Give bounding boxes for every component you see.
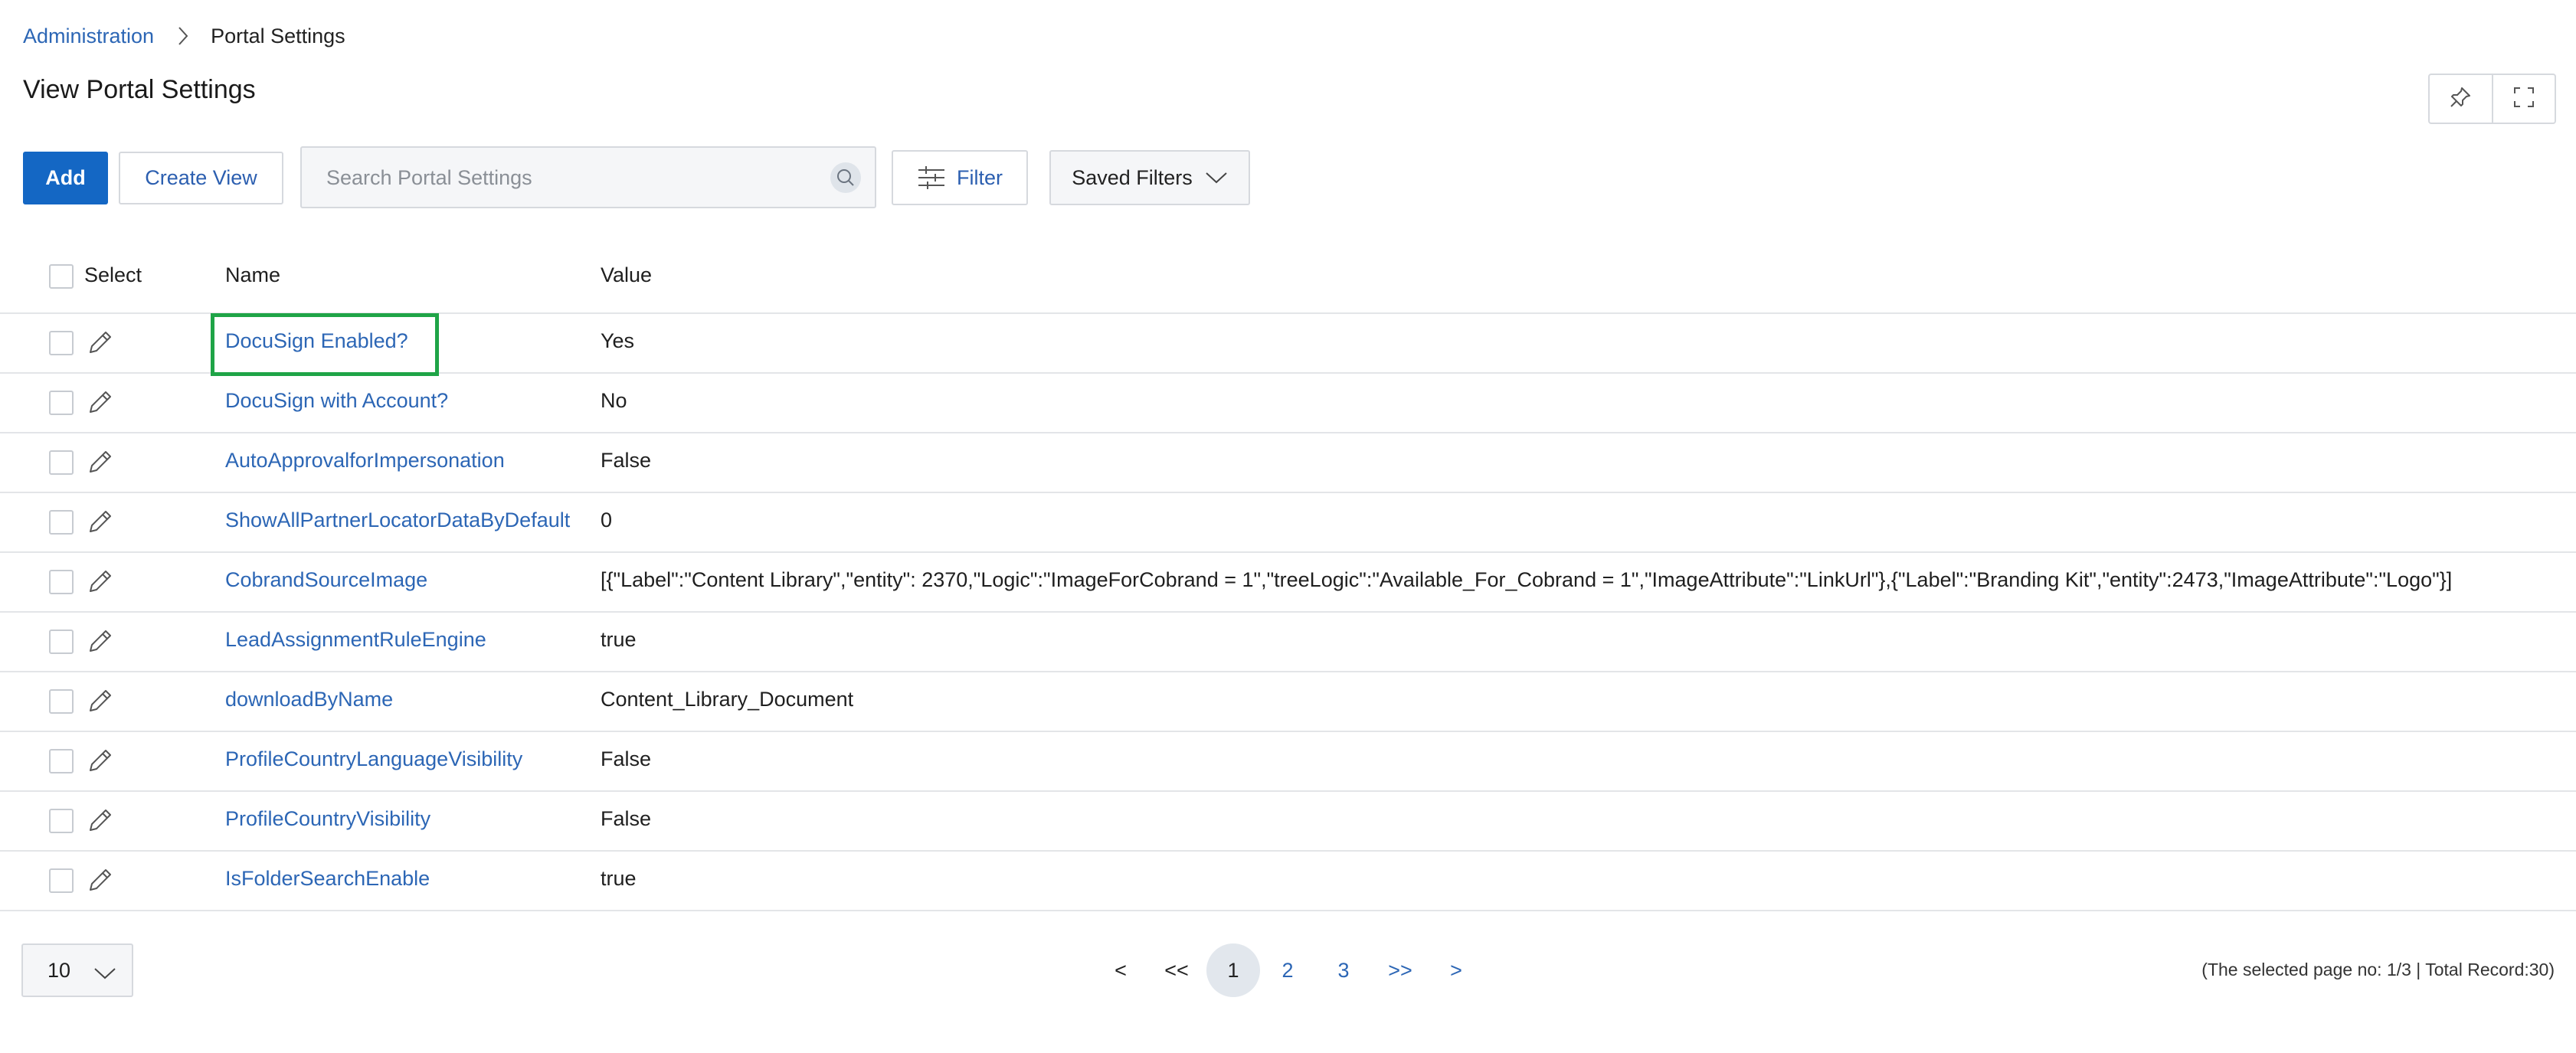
pencil-icon[interactable] (87, 688, 113, 718)
column-header-select: Select (84, 263, 142, 286)
pencil-icon[interactable] (87, 449, 113, 479)
row-checkbox[interactable] (49, 570, 74, 594)
select-all-checkbox[interactable] (49, 264, 74, 289)
setting-name-link[interactable]: IsFolderSearchEnable (225, 867, 430, 891)
setting-value: true (601, 628, 637, 651)
setting-name-link[interactable]: downloadByName (225, 688, 393, 711)
table-header: Select Name Value (0, 247, 2576, 314)
table-row: DocuSign Enabled? Yes (0, 314, 2576, 374)
table-row: LeadAssignmentRuleEngine true (0, 613, 2576, 672)
setting-name-link[interactable]: DocuSign Enabled? (225, 329, 408, 353)
page-size-select[interactable]: 10 (21, 943, 133, 997)
setting-value: Content_Library_Document (601, 688, 854, 711)
row-checkbox[interactable] (49, 510, 74, 535)
setting-name-link[interactable]: AutoApprovalforImpersonation (225, 449, 505, 473)
pencil-icon[interactable] (87, 509, 113, 538)
setting-name-link[interactable]: LeadAssignmentRuleEngine (225, 628, 486, 652)
pagination-last[interactable]: >> (1385, 943, 1416, 997)
setting-name-link[interactable]: ShowAllPartnerLocatorDataByDefault (225, 509, 570, 532)
table-row: ShowAllPartnerLocatorDataByDefault 0 (0, 493, 2576, 553)
row-checkbox[interactable] (49, 809, 74, 833)
row-checkbox[interactable] (49, 630, 74, 654)
pagination-page-3[interactable]: 3 (1332, 943, 1355, 997)
page-title: View Portal Settings (23, 75, 256, 104)
setting-value: No (601, 389, 627, 412)
setting-name-link[interactable]: ProfileCountryLanguageVisibility (225, 747, 522, 771)
setting-value: Yes (601, 329, 635, 352)
table-row: ProfileCountryLanguageVisibility False (0, 732, 2576, 792)
table-row: DocuSign with Account? No (0, 374, 2576, 433)
pencil-icon[interactable] (87, 568, 113, 598)
filter-button[interactable]: Filter (892, 150, 1028, 205)
pencil-icon[interactable] (87, 329, 113, 359)
pencil-icon[interactable] (87, 747, 113, 777)
setting-value: False (601, 449, 652, 472)
pagination-page-1[interactable]: 1 (1206, 943, 1260, 997)
portal-settings-table: Select Name Value DocuSign Enabled? Yes Do… (0, 247, 2576, 911)
pagination-status: (The selected page no: 1/3 | Total Recor… (2201, 960, 2555, 979)
search-input[interactable] (325, 148, 818, 208)
table-row: IsFolderSearchEnable true (0, 852, 2576, 911)
pencil-icon[interactable] (87, 807, 113, 837)
pin-button[interactable] (2430, 75, 2492, 123)
sliders-icon (917, 165, 946, 190)
search-icon[interactable] (830, 162, 861, 193)
chevron-down-icon (93, 962, 116, 986)
saved-filters-label: Saved Filters (1072, 165, 1193, 189)
table-row: AutoApprovalforImpersonation False (0, 433, 2576, 493)
column-header-name[interactable]: Name (225, 263, 280, 287)
row-checkbox[interactable] (49, 331, 74, 355)
table-row: CobrandSourceImage [{"Label":"Content Lib… (0, 553, 2576, 613)
pagination-first[interactable]: << (1161, 943, 1192, 997)
fullscreen-button[interactable] (2491, 75, 2555, 123)
row-checkbox[interactable] (49, 391, 74, 415)
pagination-next[interactable]: > (1445, 943, 1468, 997)
table-row: downloadByName Content_Library_Document (0, 672, 2576, 732)
pencil-icon[interactable] (87, 389, 113, 419)
setting-name-link[interactable]: ProfileCountryVisibility (225, 807, 430, 831)
saved-filters-dropdown[interactable]: Saved Filters (1049, 150, 1250, 205)
setting-value: False (601, 807, 652, 830)
chevron-right-icon (177, 26, 189, 46)
setting-value: False (601, 747, 652, 770)
row-checkbox[interactable] (49, 749, 74, 773)
pin-icon (2449, 86, 2472, 113)
pencil-icon[interactable] (87, 867, 113, 897)
pagination-prev[interactable]: < (1109, 943, 1132, 997)
column-header-value[interactable]: Value (601, 263, 652, 287)
setting-value: 0 (601, 509, 613, 531)
add-button[interactable]: Add (23, 152, 108, 204)
view-tools (2428, 74, 2556, 124)
breadcrumb-administration-link[interactable]: Administration (23, 25, 154, 48)
row-checkbox[interactable] (49, 868, 74, 893)
expand-icon (2512, 86, 2535, 113)
setting-name-link[interactable]: DocuSign with Account? (225, 389, 448, 413)
search-box (300, 146, 876, 208)
setting-value: [{"Label":"Content Library","entity": 23… (601, 568, 2453, 591)
row-checkbox[interactable] (49, 689, 74, 714)
pagination-page-2[interactable]: 2 (1276, 943, 1299, 997)
row-checkbox[interactable] (49, 450, 74, 475)
setting-name-link[interactable]: CobrandSourceImage (225, 568, 427, 592)
page-size-value: 10 (47, 958, 71, 982)
create-view-button[interactable]: Create View (119, 152, 283, 204)
table-body: DocuSign Enabled? Yes DocuSign with Accoun… (0, 314, 2576, 911)
pencil-icon[interactable] (87, 628, 113, 658)
breadcrumb-current: Portal Settings (211, 24, 345, 47)
chevron-down-icon (1205, 171, 1228, 185)
table-row: ProfileCountryVisibility False (0, 792, 2576, 852)
filter-label: Filter (957, 165, 1003, 189)
page: Administration Portal Settings View Port… (0, 0, 2576, 1053)
breadcrumb: Administration Portal Settings (23, 20, 345, 52)
setting-value: true (601, 867, 637, 890)
